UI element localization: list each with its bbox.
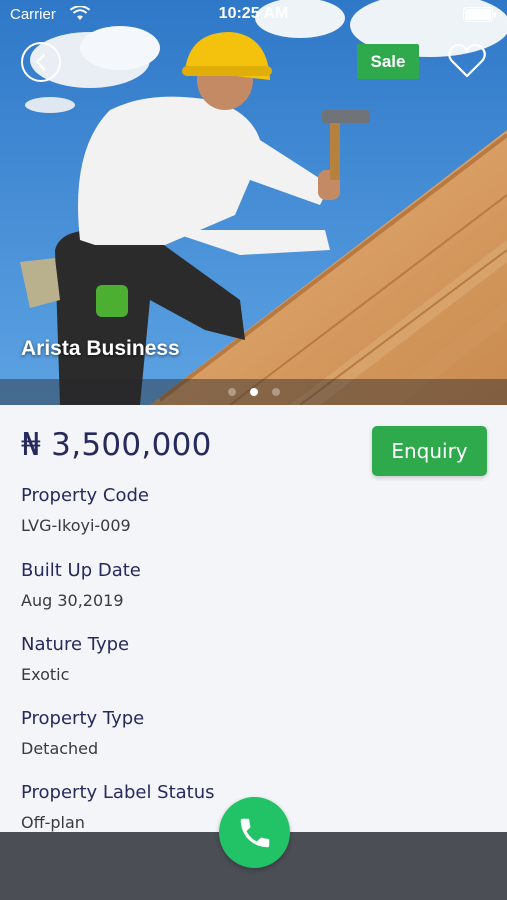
phone-icon — [240, 818, 269, 847]
price-label: ₦ 3,500,000 — [21, 427, 212, 463]
field-label: Property Type — [21, 708, 145, 729]
call-button[interactable] — [219, 797, 290, 868]
favorite-button[interactable] — [447, 43, 487, 79]
field-value: Aug 30,2019 — [21, 591, 124, 610]
field-value: Off-plan — [21, 813, 85, 832]
property-details: ₦ 3,500,000 Enquiry Property Code LVG-Ik… — [0, 405, 507, 832]
back-button[interactable] — [21, 42, 61, 82]
carousel-dot[interactable] — [249, 388, 258, 396]
field-property-code: Property Code LVG-Ikoyi-009 — [21, 485, 149, 535]
field-label: Nature Type — [21, 634, 130, 655]
field-value: Detached — [21, 739, 99, 758]
field-property-type: Property Type Detached — [21, 708, 144, 758]
field-value: Exotic — [21, 665, 70, 684]
field-built-up-date: Built Up Date Aug 30,2019 — [21, 560, 141, 610]
field-label: Property Label Status — [21, 782, 215, 803]
sale-badge: Sale — [357, 44, 419, 79]
battery-icon — [463, 7, 497, 26]
field-nature-type: Nature Type Exotic — [21, 634, 129, 684]
carousel-dot[interactable] — [271, 388, 280, 396]
carousel-dot[interactable] — [227, 388, 236, 396]
status-bar: Carrier 10:25 AM — [0, 0, 507, 32]
enquiry-button[interactable]: Enquiry — [372, 426, 487, 476]
carousel-indicator — [0, 379, 507, 405]
clock-label: 10:25 AM — [218, 5, 289, 22]
property-name: Arista Business — [21, 337, 180, 360]
heart-outline-icon — [448, 43, 486, 78]
field-value: LVG-Ikoyi-009 — [21, 516, 131, 535]
field-label: Property Code — [21, 485, 149, 506]
field-label: Built Up Date — [21, 560, 141, 581]
field-property-label-status: Property Label Status Off-plan — [21, 782, 215, 832]
hero-image: Carrier 10:25 AM Sale Arista Business — [0, 0, 507, 405]
chevron-left-icon — [35, 53, 46, 71]
